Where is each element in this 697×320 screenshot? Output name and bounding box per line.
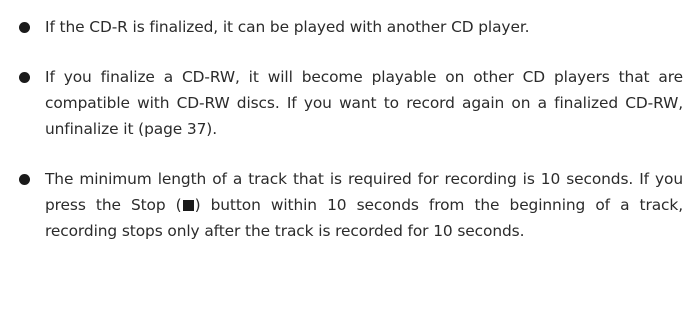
bullet-icon <box>19 174 30 185</box>
note-text: The minimum length of a track that is re… <box>45 166 683 244</box>
note-text: If the CD-R is finalized, it can be play… <box>45 18 530 36</box>
stop-square-icon <box>182 200 194 211</box>
notes-list: If the CD-R is finalized, it can be play… <box>8 14 683 244</box>
bullet-icon <box>19 22 30 33</box>
note-item-finalize-cd-rw: If you finalize a CD-RW, it will become … <box>8 64 683 142</box>
note-item-finalized-cd-r: If the CD-R is finalized, it can be play… <box>8 14 683 40</box>
note-item-minimum-track-length: The minimum length of a track that is re… <box>8 166 683 244</box>
manual-page: If the CD-R is finalized, it can be play… <box>0 0 697 320</box>
bullet-icon <box>19 72 30 83</box>
note-text: If you finalize a CD-RW, it will become … <box>45 68 683 138</box>
